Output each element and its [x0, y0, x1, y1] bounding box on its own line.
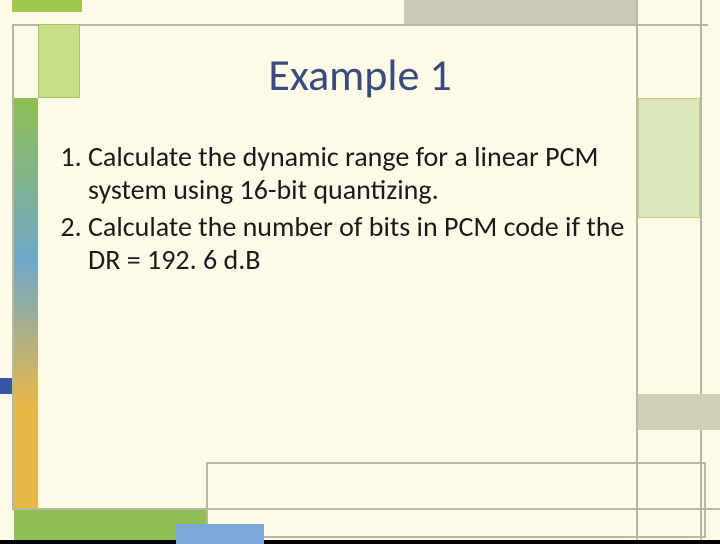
decor-left-blue	[0, 378, 12, 394]
list-item: Calculate the dynamic range for a linear…	[88, 140, 644, 206]
decor-top-line	[12, 24, 708, 26]
decor-top-green	[12, 0, 82, 12]
slide: Example 1 Calculate the dynamic range fo…	[0, 0, 720, 540]
list-item: Calculate the number of bits in PCM code…	[88, 210, 644, 276]
decor-bottom-blue	[176, 524, 264, 544]
decor-right-green-box	[638, 98, 700, 218]
decor-bottom-box	[206, 462, 706, 538]
slide-body: Calculate the dynamic range for a linear…	[44, 140, 644, 280]
decor-right-gray	[638, 394, 720, 430]
decor-left-gradient	[14, 98, 38, 508]
slide-title: Example 1	[0, 48, 720, 102]
decor-top-gray	[404, 0, 636, 24]
